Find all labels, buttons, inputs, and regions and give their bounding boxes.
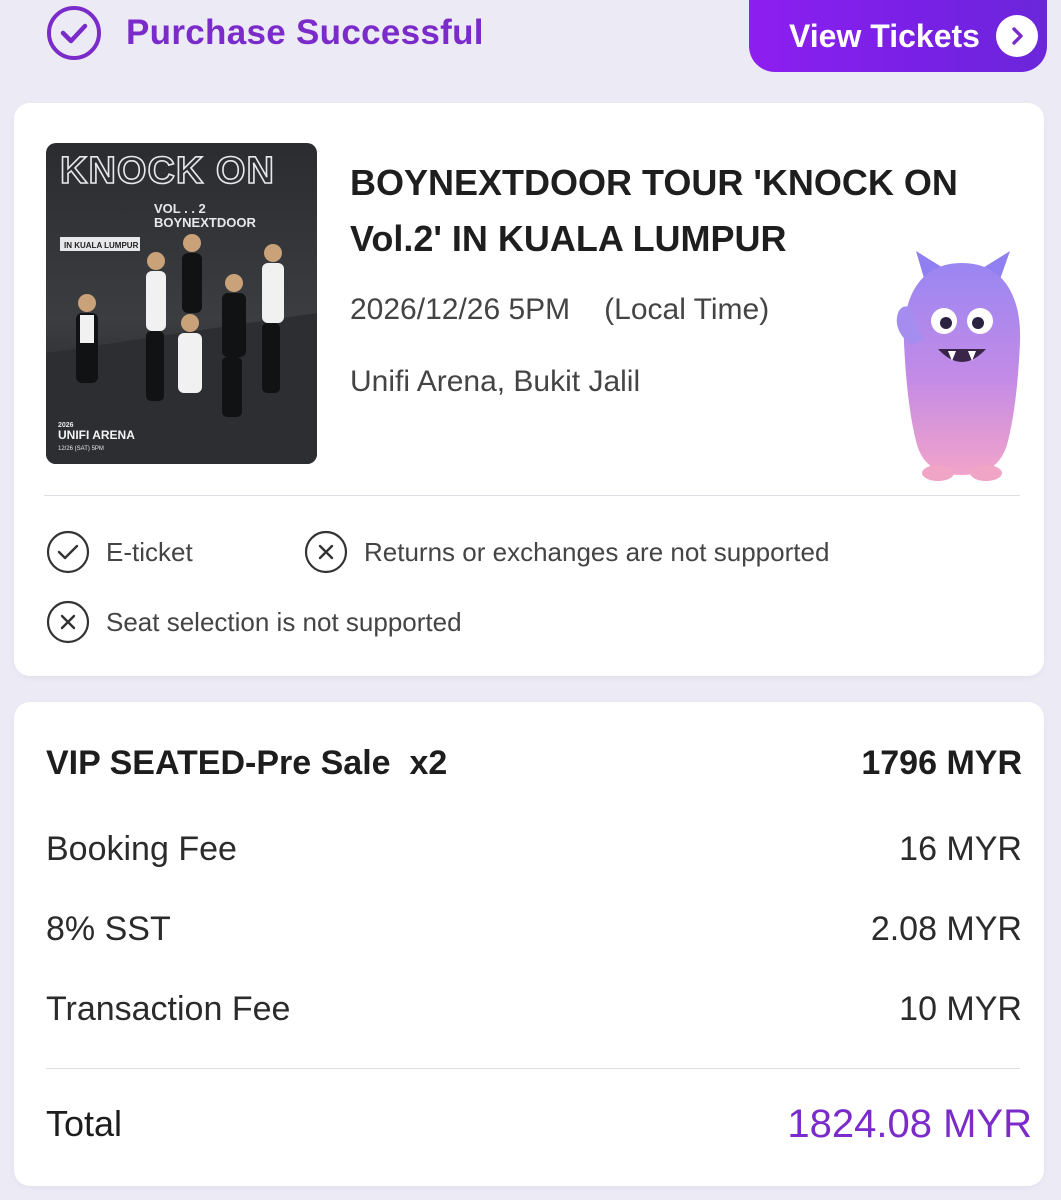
event-title-line: BOYNEXTDOOR TOUR 'KNOCK ON (350, 162, 958, 203)
event-datetime: 2026/12/26 5PM (Local Time) (350, 293, 769, 327)
check-circle-icon (47, 6, 101, 60)
feature-no-seat-selection: Seat selection is not supported (46, 600, 462, 644)
poster-artist-text: BOYNEXTDOOR (154, 215, 256, 230)
poster-date-text: 12/26 (SAT) 5PM (58, 446, 104, 452)
feature-label: Seat selection is not supported (106, 606, 462, 637)
card-divider (44, 495, 1020, 496)
price-label: 8% SST (46, 909, 171, 948)
mascot-illustration (896, 251, 1021, 481)
feature-eticket: E-ticket (46, 530, 193, 574)
price-label: VIP SEATED-Pre Sale x2 (46, 743, 448, 782)
x-circle-icon (304, 530, 348, 574)
purchase-status-text: Purchase Successful (126, 13, 484, 52)
view-tickets-button[interactable]: View Tickets (749, 0, 1047, 72)
price-amount: 2.08 MYR (870, 909, 1022, 948)
total-divider (46, 1068, 1020, 1069)
success-header: Purchase Successful View Tickets (0, 0, 1061, 80)
event-poster-image[interactable]: KNOCK ON VOL . . 2 BOYNEXTDOOR IN KUALA … (46, 143, 317, 464)
x-circle-icon (46, 600, 90, 644)
total-amount: 1824.08 MYR (787, 1101, 1032, 1146)
event-time-note: (Local Time) (604, 293, 770, 326)
price-amount: 10 MYR (899, 989, 1022, 1028)
purchase-status: Purchase Successful (46, 5, 484, 61)
price-row-sst: 8% SST 2.08 MYR (46, 904, 1022, 954)
event-venue: Unifi Arena, Bukit Jalil (350, 365, 641, 398)
view-tickets-label: View Tickets (789, 17, 980, 54)
price-amount: 16 MYR (899, 829, 1022, 868)
price-row-ticket: VIP SEATED-Pre Sale x2 1796 MYR (46, 738, 1022, 788)
poster-title-text: KNOCK ON (60, 150, 275, 192)
feature-label: Returns or exchanges are not supported (364, 536, 830, 567)
event-date: 2026/12/26 5PM (350, 293, 571, 326)
price-row-total: Total 1824.08 MYR (46, 1096, 1032, 1152)
poster-arena-text: UNIFI ARENA (58, 428, 135, 442)
price-row-transaction-fee: Transaction Fee 10 MYR (46, 984, 1022, 1034)
feature-label: E-ticket (106, 536, 193, 567)
total-label: Total (46, 1103, 123, 1144)
poster-vol-text: VOL . . 2 (154, 201, 206, 216)
feature-no-returns: Returns or exchanges are not supported (304, 530, 829, 574)
poster-city-text: IN KUALA LUMPUR (64, 241, 139, 250)
event-card: KNOCK ON VOL . . 2 BOYNEXTDOOR IN KUALA … (14, 103, 1044, 676)
price-amount: 1796 MYR (861, 743, 1022, 782)
chevron-right-icon (995, 15, 1038, 57)
price-label: Transaction Fee (46, 989, 291, 1028)
price-row-booking-fee: Booking Fee 16 MYR (46, 824, 1022, 874)
check-circle-icon (46, 530, 90, 574)
price-breakdown-card: VIP SEATED-Pre Sale x2 1796 MYR Booking … (14, 702, 1044, 1186)
price-label: Booking Fee (46, 829, 237, 868)
